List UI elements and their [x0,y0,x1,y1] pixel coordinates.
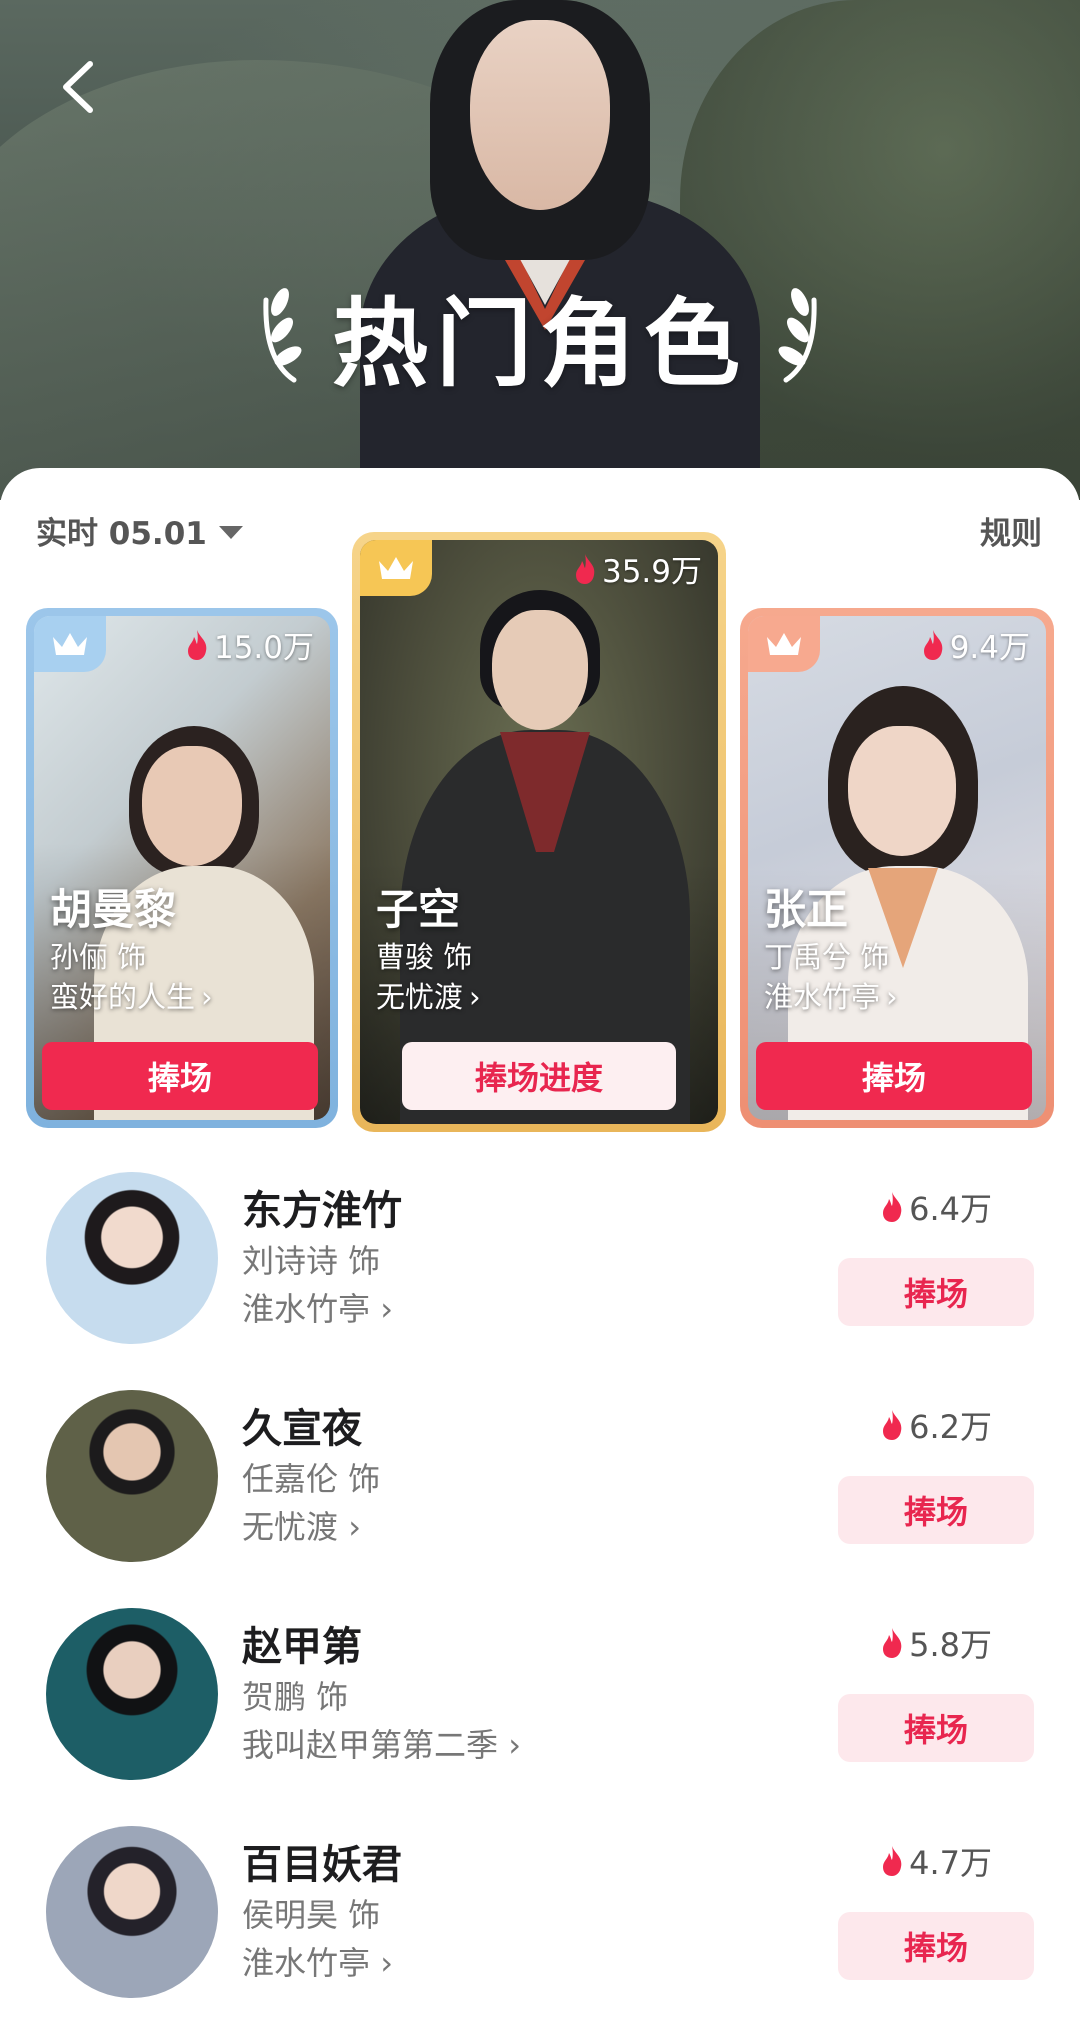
heat-count: 6.4万 [879,1184,992,1230]
heat-count: 5.8万 [879,1620,992,1666]
top-card-rank-2[interactable]: 15.0万 胡曼黎 孙俪 饰 蛮好的人生 › 捧场 [26,608,338,1128]
cheer-button[interactable]: 捧场 [42,1042,318,1110]
heat-value: 35.9万 [601,554,702,590]
drama-link[interactable]: 蛮好的人生 › [50,974,213,1016]
cheer-button[interactable]: 捧场 [838,1476,1034,1544]
heat-count: 4.7万 [879,1838,992,1884]
cheer-button[interactable]: 捧场 [838,1258,1034,1326]
page-title-row: 热门角色 [0,280,1080,400]
top-card-rank-1[interactable]: 35.9万 子空 曹骏 饰 无忧渡 › 捧场进度 [352,532,726,1132]
actor-name: 曹骏 饰 [376,940,473,974]
chevron-left-icon [63,61,93,113]
character-photo [360,540,718,1124]
flame-icon [575,553,595,584]
avatar [46,1172,218,1344]
heat-value: 6.4万 [909,1190,992,1228]
date-filter-dropdown[interactable]: 实时 05.01 [36,508,243,553]
heat-count: 9.4万 [920,622,1030,667]
crown-badge [360,540,432,596]
crown-badge [34,616,106,672]
flame-icon [883,1628,902,1658]
crown-badge [748,616,820,672]
flame-icon [883,1192,902,1222]
cheer-button[interactable]: 捧场 [756,1042,1032,1110]
heat-value: 15.0万 [213,630,314,666]
flame-icon [923,629,943,660]
role-name: 百目妖君 [242,1842,402,1888]
actor-name: 任嘉伦 饰 [242,1460,381,1498]
list-item[interactable]: 东方淮竹 刘诗诗 饰 淮水竹亭 › 6.4万 捧场 [0,1172,1080,1372]
caret-down-icon [218,526,243,539]
heat-count: 35.9万 [572,546,702,591]
role-name: 张正 [764,885,849,934]
list-item[interactable]: 百目妖君 侯明昊 饰 淮水竹亭 › 4.7万 捧场 [0,1826,1080,2026]
actor-name: 贺鹏 饰 [242,1678,349,1716]
avatar [46,1608,218,1780]
role-name: 子空 [376,885,461,934]
heat-value: 6.2万 [909,1408,992,1446]
laurel-right-icon [778,288,817,383]
heat-value: 5.8万 [909,1626,992,1664]
flame-icon [187,629,207,660]
crown-icon [767,633,801,655]
hero-character-image [360,0,780,500]
heat-count: 15.0万 [184,622,314,667]
date-filter-label: 实时 05.01 [36,516,207,552]
list-item[interactable]: 久宣夜 任嘉伦 饰 无忧渡 › 6.2万 捧场 [0,1390,1080,1590]
cheer-progress-button[interactable]: 捧场进度 [402,1042,676,1110]
list-item[interactable]: 赵甲第 贺鹏 饰 我叫赵甲第第二季 › 5.8万 捧场 [0,1608,1080,1808]
cheer-button[interactable]: 捧场 [838,1912,1034,1980]
heat-value: 9.4万 [949,630,1030,666]
avatar [46,1826,218,1998]
flame-icon [883,1846,902,1876]
actor-name: 侯明昊 饰 [242,1896,381,1934]
actor-name: 丁禹兮 饰 [764,940,890,974]
role-name: 东方淮竹 [242,1188,402,1234]
crown-icon [53,633,87,655]
cheer-button[interactable]: 捧场 [838,1694,1034,1762]
rules-link[interactable]: 规则 [980,508,1042,553]
drama-link[interactable]: 淮水竹亭 › [242,1938,393,1984]
role-name: 胡曼黎 [50,885,177,934]
role-name: 久宣夜 [242,1406,362,1452]
laurel-left-icon [263,288,302,383]
crown-icon [379,557,413,579]
drama-link[interactable]: 我叫赵甲第第二季 › [242,1720,521,1766]
heat-value: 4.7万 [909,1844,992,1882]
back-button[interactable] [52,52,112,122]
drama-link[interactable]: 无忧渡 › [376,974,481,1016]
heat-count: 6.2万 [879,1402,992,1448]
drama-link[interactable]: 淮水竹亭 › [242,1284,393,1330]
flame-icon [883,1410,902,1440]
avatar [46,1390,218,1562]
actor-name: 孙俪 饰 [50,940,147,974]
role-name: 赵甲第 [242,1624,362,1670]
hero-banner [0,0,1080,500]
actor-name: 刘诗诗 饰 [242,1242,381,1280]
drama-link[interactable]: 无忧渡 › [242,1502,361,1548]
drama-link[interactable]: 淮水竹亭 › [764,974,898,1016]
page-title: 热门角色 [332,287,748,400]
top-card-rank-3[interactable]: 9.4万 张正 丁禹兮 饰 淮水竹亭 › 捧场 [740,608,1054,1128]
